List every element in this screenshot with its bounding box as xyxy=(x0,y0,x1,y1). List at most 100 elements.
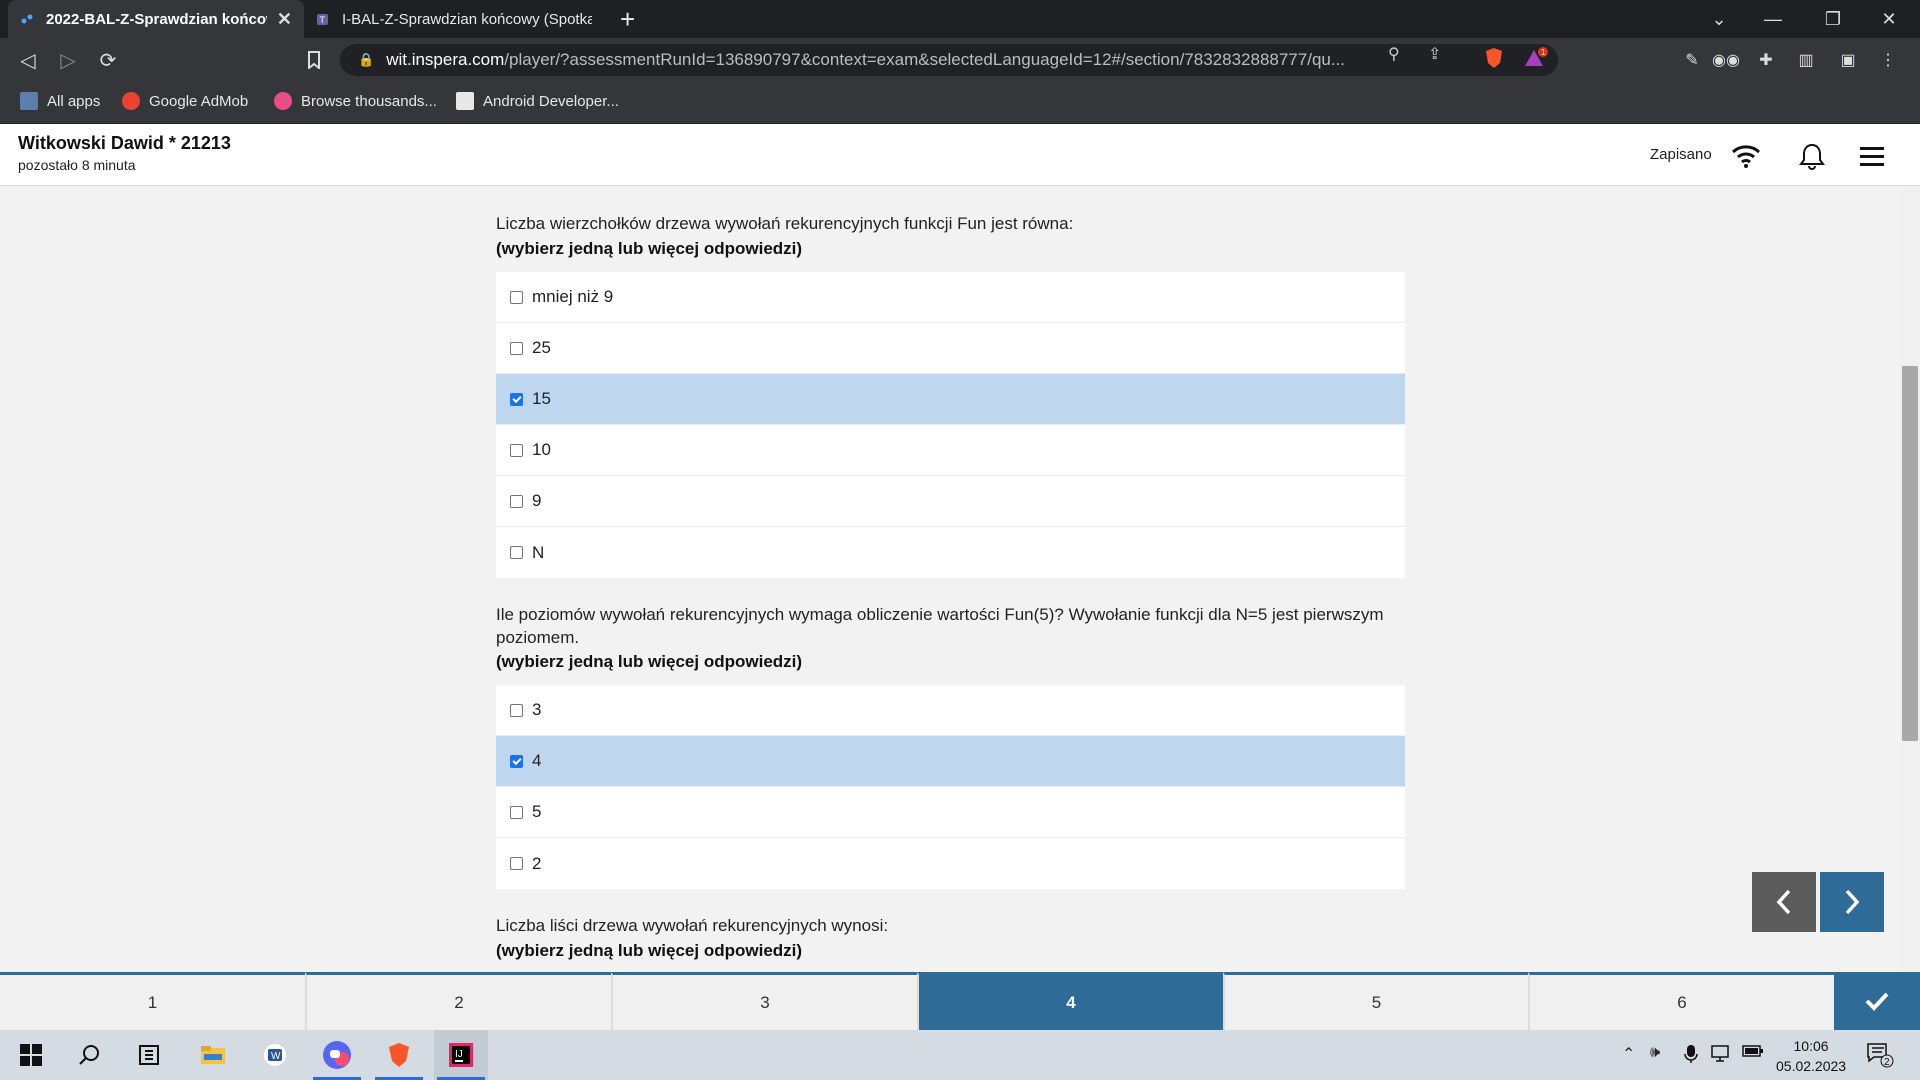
windows-start-icon[interactable] xyxy=(4,1030,58,1080)
bookmarks-bar: All apps Google AdMob Browse thousands..… xyxy=(0,82,1920,124)
exam-content[interactable]: Liczba wierzchołków drzewa wywołań rekur… xyxy=(0,186,1920,972)
share-icon[interactable]: ⇪ xyxy=(1428,44,1441,64)
answer-option[interactable]: 2 xyxy=(496,838,1405,889)
previous-button[interactable] xyxy=(1752,872,1816,932)
checkbox[interactable] xyxy=(510,443,523,457)
admob-icon xyxy=(122,92,140,110)
tab-search-icon[interactable]: ⌄ xyxy=(1692,0,1746,38)
bookmark-google-admob[interactable]: Google AdMob xyxy=(122,92,248,110)
checkbox[interactable] xyxy=(510,857,523,870)
bookmark-android-developer[interactable]: Android Developer... xyxy=(456,92,619,110)
checkbox-checked[interactable] xyxy=(510,392,523,406)
word-icon[interactable]: W xyxy=(248,1030,302,1080)
tab-exam[interactable]: 2022-BAL-Z-Sprawdzian końcowy ✕ xyxy=(8,0,304,38)
question-nav-2[interactable]: 2 xyxy=(305,972,611,1030)
candidate-name: Witkowski Dawid * 21213 xyxy=(18,133,231,153)
close-window-icon[interactable]: ✕ xyxy=(1862,0,1916,38)
question-nav-5[interactable]: 5 xyxy=(1223,972,1528,1030)
checkbox[interactable] xyxy=(510,546,523,559)
option-label: 3 xyxy=(532,700,542,719)
tab-title: 2022-BAL-Z-Sprawdzian końcowy xyxy=(46,10,267,28)
volume-icon[interactable]: 🕪 xyxy=(1650,1044,1660,1062)
question-nav-4[interactable]: 4 xyxy=(917,972,1223,1030)
next-button[interactable] xyxy=(1820,872,1884,932)
bell-icon[interactable] xyxy=(1796,140,1828,172)
answer-option[interactable]: N xyxy=(496,527,1405,578)
scrollbar-thumb[interactable] xyxy=(1902,366,1918,741)
bookmark-label: All apps xyxy=(47,92,101,110)
checkbox-checked[interactable] xyxy=(510,754,523,768)
answer-option[interactable]: 9 xyxy=(496,476,1405,527)
chevron-up-icon[interactable]: ⌃ xyxy=(1622,1044,1635,1064)
notifications-icon[interactable]: 2 xyxy=(1866,1042,1894,1073)
answer-option-selected[interactable]: 4 xyxy=(496,736,1405,787)
bookmark-dribbble[interactable]: Browse thousands... xyxy=(274,92,437,110)
question-text: Ile poziomów wywołań rekurencyjnych wyma… xyxy=(496,605,1384,647)
option-label: 4 xyxy=(532,751,542,770)
checkbox[interactable] xyxy=(510,290,523,304)
microphone-icon[interactable] xyxy=(1684,1044,1698,1069)
extensions-icon[interactable]: ✚ xyxy=(1754,48,1778,72)
back-icon[interactable]: ◁ xyxy=(14,46,42,74)
battery-icon[interactable] xyxy=(1742,1044,1764,1063)
answer-option[interactable]: 5 xyxy=(496,787,1405,838)
glasses-extension-icon[interactable]: ◉◉ xyxy=(1712,48,1740,72)
answer-options: 3 4 5 2 xyxy=(496,685,1405,889)
brave-shields-icon[interactable] xyxy=(1484,47,1504,74)
tab-teams[interactable]: T I-BAL-Z-Sprawdzian końcowy (Spotkanie) xyxy=(304,0,604,38)
search-icon[interactable] xyxy=(62,1030,116,1080)
question-nav-1[interactable]: 1 xyxy=(0,972,305,1030)
file-explorer-icon[interactable] xyxy=(186,1030,240,1080)
checkbox[interactable] xyxy=(510,703,523,717)
option-label: 5 xyxy=(532,802,542,821)
answer-option-selected[interactable]: 15 xyxy=(496,374,1405,425)
answer-option[interactable]: 3 xyxy=(496,685,1405,736)
checkbox[interactable] xyxy=(510,341,523,355)
reload-icon[interactable]: ⟳ xyxy=(94,46,122,74)
task-view-icon[interactable] xyxy=(122,1030,176,1080)
close-tab-icon[interactable]: ✕ xyxy=(277,9,292,30)
question-nav-3[interactable]: 3 xyxy=(611,972,917,1030)
bookmark-label: Android Developer... xyxy=(483,92,619,110)
intellij-icon[interactable]: IJ xyxy=(434,1030,488,1080)
checkbox[interactable] xyxy=(510,494,523,508)
option-label: 15 xyxy=(532,389,551,408)
menu-dots-icon[interactable]: ⋮ xyxy=(1876,48,1900,72)
inspera-icon xyxy=(20,11,36,27)
forward-icon[interactable]: ▷ xyxy=(54,46,82,74)
brave-rewards-icon[interactable]: 1 xyxy=(1524,47,1550,74)
svg-text:W: W xyxy=(271,1051,281,1062)
tab-title: I-BAL-Z-Sprawdzian końcowy (Spotkanie) xyxy=(342,10,592,28)
question-hint: (wybierz jedną lub więcej odpowiedzi) xyxy=(496,941,803,960)
option-label: 25 xyxy=(532,338,551,357)
extension-badge: 1 xyxy=(1541,48,1546,57)
clock[interactable]: 10:06 05.02.2023 xyxy=(1776,1036,1846,1076)
question-nav-6[interactable]: 6 xyxy=(1528,972,1834,1030)
hamburger-menu-icon[interactable] xyxy=(1856,140,1888,172)
checkbox[interactable] xyxy=(510,805,523,819)
answer-option[interactable]: mniej niż 9 xyxy=(496,272,1405,323)
finish-button[interactable] xyxy=(1834,972,1920,1030)
minimize-icon[interactable]: — xyxy=(1746,0,1800,38)
android-developer-icon xyxy=(456,92,474,110)
bookmark-icon[interactable] xyxy=(300,46,328,74)
clock-date: 05.02.2023 xyxy=(1776,1058,1847,1074)
checkmark-icon xyxy=(1865,992,1889,1011)
bookmark-all-apps[interactable]: All apps xyxy=(20,92,100,110)
discord-icon[interactable] xyxy=(310,1030,364,1080)
answer-option[interactable]: 25 xyxy=(496,323,1405,374)
wallet-icon[interactable]: ▣ xyxy=(1836,48,1860,72)
sidebar-icon[interactable]: ▥ xyxy=(1794,48,1818,72)
svg-text:IJ: IJ xyxy=(455,1049,463,1060)
windows-taskbar: W IJ ⌃ 🕪 10:06 05.02.2023 2 xyxy=(0,1030,1920,1080)
restore-icon[interactable]: ❐ xyxy=(1806,0,1860,38)
network-icon[interactable] xyxy=(1710,1044,1732,1067)
new-tab-icon[interactable]: + xyxy=(620,4,635,35)
zoom-icon[interactable]: ⚲ xyxy=(1388,44,1400,64)
brave-browser-icon[interactable] xyxy=(372,1030,426,1080)
pen-extension-icon[interactable]: ✎ xyxy=(1680,48,1704,72)
answer-option[interactable]: 10 xyxy=(496,425,1405,476)
address-bar[interactable]: 🔒 wit.inspera.com /player/?assessmentRun… xyxy=(340,44,1558,76)
clock-time: 10:06 xyxy=(1793,1038,1829,1054)
page-scrollbar[interactable] xyxy=(1900,186,1920,972)
